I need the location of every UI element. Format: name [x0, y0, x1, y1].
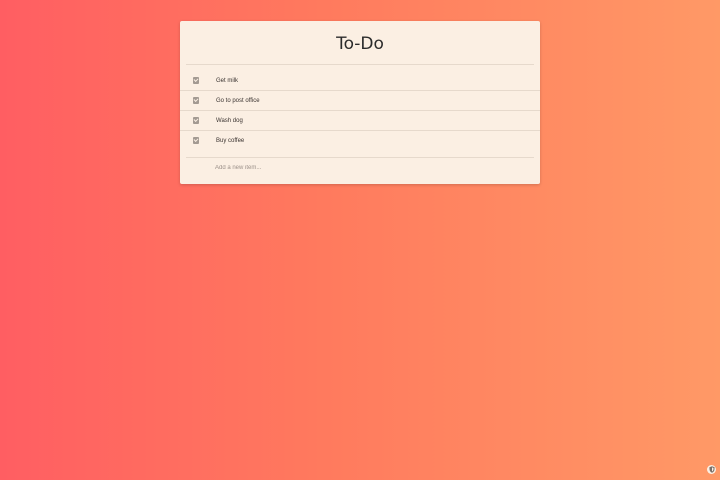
shield-glyph: [708, 466, 715, 473]
page-title: To-Do: [336, 34, 384, 54]
checklist-icon[interactable]: [193, 137, 199, 144]
checklist-icon[interactable]: [193, 117, 199, 124]
shield-icon[interactable]: [707, 465, 716, 474]
list-item: Wash dog: [180, 111, 540, 131]
divider: [186, 64, 534, 65]
list-item: Buy coffee: [180, 131, 540, 150]
todo-list: Get milk Go to post office Wash dog Buy …: [180, 71, 540, 150]
checklist-icon[interactable]: [193, 77, 199, 84]
new-item-input[interactable]: [215, 165, 515, 171]
item-label[interactable]: Wash dog: [216, 118, 243, 124]
list-item: Go to post office: [180, 91, 540, 111]
checklist-icon[interactable]: [193, 97, 199, 104]
divider: [186, 157, 534, 158]
todo-card: To-Do Get milk Go to post office Wash do…: [180, 21, 540, 184]
item-label[interactable]: Buy coffee: [216, 138, 244, 144]
item-label[interactable]: Go to post office: [216, 98, 260, 104]
list-item: Get milk: [180, 71, 540, 91]
item-label[interactable]: Get milk: [216, 78, 238, 84]
